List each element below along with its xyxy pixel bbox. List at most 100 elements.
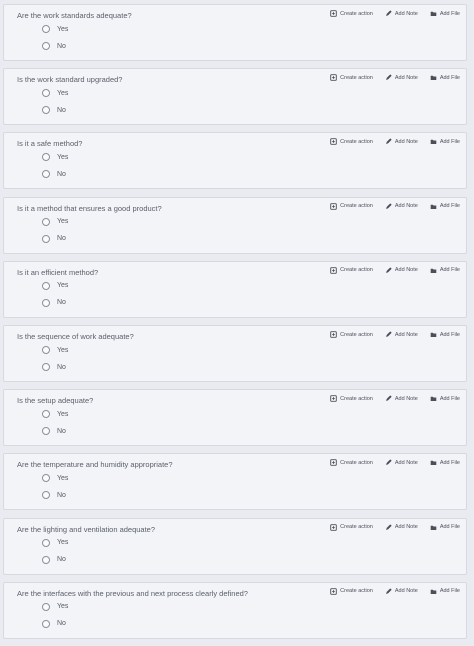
add-file-label: Add File bbox=[439, 138, 460, 145]
add-file-button[interactable]: Add File bbox=[430, 267, 460, 274]
add-file-button[interactable]: Add File bbox=[430, 524, 460, 531]
option-no[interactable]: No bbox=[42, 170, 66, 179]
radio-no[interactable] bbox=[42, 491, 50, 500]
option-no-label: No bbox=[57, 299, 66, 307]
radio-yes[interactable] bbox=[42, 602, 50, 611]
option-yes[interactable]: Yes bbox=[42, 281, 68, 290]
radio-no[interactable] bbox=[42, 427, 50, 436]
radio-yes[interactable] bbox=[42, 346, 50, 354]
option-no[interactable]: No bbox=[42, 234, 66, 243]
create-action-button[interactable]: Create action bbox=[330, 267, 373, 274]
option-no-label: No bbox=[57, 363, 66, 371]
option-no-label: No bbox=[57, 235, 66, 243]
add-file-button[interactable]: Add File bbox=[430, 203, 460, 210]
option-no[interactable]: No bbox=[42, 363, 66, 371]
add-note-button[interactable]: Add Note bbox=[385, 10, 418, 17]
question-actions: Create action Add Note Add File bbox=[330, 138, 460, 146]
option-yes-label: Yes bbox=[57, 346, 69, 354]
add-note-button[interactable]: Add Note bbox=[385, 267, 418, 274]
create-action-button[interactable]: Create action bbox=[330, 202, 373, 210]
create-action-label: Create action bbox=[340, 203, 373, 210]
create-action-button[interactable]: Create action bbox=[330, 74, 373, 81]
add-note-button[interactable]: Add Note bbox=[385, 138, 418, 145]
option-yes[interactable]: Yes bbox=[42, 474, 69, 483]
pencil-icon bbox=[385, 331, 392, 338]
radio-yes[interactable] bbox=[42, 538, 50, 547]
option-no[interactable]: No bbox=[42, 427, 66, 436]
question-text: Is the setup adequate? bbox=[17, 396, 94, 406]
option-yes[interactable]: Yes bbox=[42, 346, 68, 354]
create-action-label: Create action bbox=[340, 588, 373, 595]
question-text: Are the interfaces with the previous and… bbox=[17, 588, 248, 598]
option-no[interactable]: No bbox=[42, 298, 66, 307]
folder-icon bbox=[430, 138, 437, 145]
add-file-button[interactable]: Add File bbox=[430, 74, 460, 81]
option-yes[interactable]: Yes bbox=[42, 153, 69, 162]
create-action-button[interactable]: Create action bbox=[330, 10, 373, 17]
add-note-button[interactable]: Add Note bbox=[385, 523, 418, 531]
option-yes[interactable]: Yes bbox=[42, 25, 68, 33]
question-card: Is it a safe method? Create action Add N… bbox=[3, 132, 467, 190]
option-no[interactable]: No bbox=[42, 619, 66, 628]
pencil-icon bbox=[385, 74, 392, 81]
add-note-button[interactable]: Add Note bbox=[385, 395, 418, 402]
add-file-label: Add File bbox=[439, 331, 460, 338]
create-action-button[interactable]: Create action bbox=[330, 331, 373, 338]
option-no[interactable]: No bbox=[42, 555, 66, 564]
radio-no[interactable] bbox=[42, 298, 50, 307]
option-yes[interactable]: Yes bbox=[42, 89, 69, 98]
radio-yes[interactable] bbox=[42, 25, 50, 33]
add-file-button[interactable]: Add File bbox=[430, 459, 460, 466]
create-action-button[interactable]: Create action bbox=[330, 459, 373, 467]
option-no[interactable]: No bbox=[42, 106, 66, 115]
option-yes-label: Yes bbox=[57, 153, 69, 161]
option-yes[interactable]: Yes bbox=[42, 217, 68, 226]
radio-yes[interactable] bbox=[42, 281, 50, 290]
create-action-icon bbox=[330, 588, 337, 595]
add-note-button[interactable]: Add Note bbox=[385, 459, 418, 466]
option-yes-label: Yes bbox=[57, 474, 69, 482]
question-text: Is the sequence of work adequate? bbox=[17, 332, 134, 341]
pencil-icon bbox=[385, 10, 392, 17]
add-note-button[interactable]: Add Note bbox=[385, 331, 418, 338]
option-no[interactable]: No bbox=[42, 42, 66, 50]
add-note-button[interactable]: Add Note bbox=[385, 202, 418, 210]
question-actions: Create action Add Note Add File bbox=[330, 523, 460, 531]
radio-yes[interactable] bbox=[42, 410, 50, 419]
add-file-button[interactable]: Add File bbox=[430, 10, 460, 17]
add-note-label: Add Note bbox=[394, 267, 418, 274]
radio-yes[interactable] bbox=[42, 89, 50, 98]
radio-no[interactable] bbox=[42, 42, 50, 50]
option-yes-label: Yes bbox=[57, 89, 69, 97]
add-file-button[interactable]: Add File bbox=[430, 395, 460, 402]
question-actions: Create action Add Note Add File bbox=[330, 395, 460, 402]
create-action-button[interactable]: Create action bbox=[330, 523, 373, 531]
radio-no[interactable] bbox=[42, 234, 50, 243]
radio-no[interactable] bbox=[42, 106, 50, 115]
add-file-button[interactable]: Add File bbox=[430, 588, 460, 595]
create-action-button[interactable]: Create action bbox=[330, 588, 373, 595]
option-yes[interactable]: Yes bbox=[42, 410, 69, 419]
radio-no[interactable] bbox=[42, 619, 50, 628]
add-note-button[interactable]: Add Note bbox=[385, 588, 418, 595]
add-file-button[interactable]: Add File bbox=[430, 331, 460, 338]
option-no-label: No bbox=[57, 170, 66, 178]
add-file-button[interactable]: Add File bbox=[430, 138, 460, 145]
option-yes[interactable]: Yes bbox=[42, 538, 68, 547]
option-yes-label: Yes bbox=[57, 410, 69, 418]
radio-yes[interactable] bbox=[42, 217, 50, 226]
add-note-button[interactable]: Add Note bbox=[385, 74, 418, 81]
question-card: Are the lighting and ventilation adequat… bbox=[3, 517, 467, 575]
radio-no[interactable] bbox=[42, 170, 50, 179]
create-action-button[interactable]: Create action bbox=[330, 395, 373, 402]
question-actions: Create action Add Note Add File bbox=[330, 74, 460, 81]
folder-icon bbox=[430, 395, 437, 402]
create-action-button[interactable]: Create action bbox=[330, 138, 373, 146]
option-yes[interactable]: Yes bbox=[42, 602, 68, 611]
radio-no[interactable] bbox=[42, 363, 50, 371]
radio-yes[interactable] bbox=[42, 153, 50, 162]
radio-no[interactable] bbox=[42, 555, 50, 564]
option-no-label: No bbox=[57, 620, 66, 628]
radio-yes[interactable] bbox=[42, 474, 50, 483]
option-no[interactable]: No bbox=[42, 491, 66, 500]
